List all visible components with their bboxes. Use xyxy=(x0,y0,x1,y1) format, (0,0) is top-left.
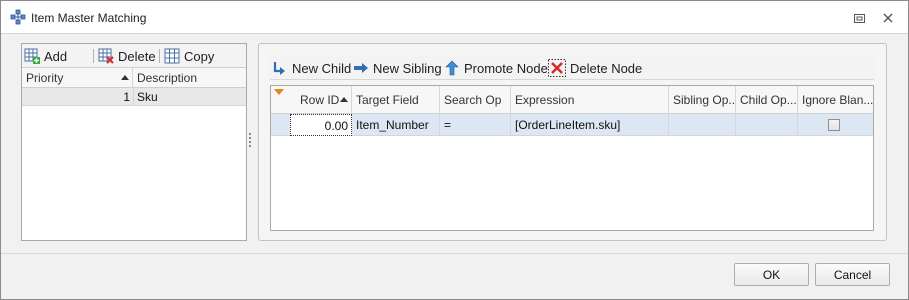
search-op-cell[interactable]: = xyxy=(440,114,511,136)
delete-node-icon xyxy=(548,59,566,77)
delete-table-icon xyxy=(98,48,114,64)
restore-button[interactable] xyxy=(851,10,867,26)
node-toolbar: New Child New Sibling Promote Node Delet… xyxy=(270,56,874,80)
add-table-icon xyxy=(24,48,40,64)
close-icon xyxy=(883,13,893,23)
dialog-window: Item Master Matching Add Delete Copy Pri… xyxy=(0,0,909,300)
rule-detail-panel: New Child New Sibling Promote Node Delet… xyxy=(258,43,887,241)
app-icon xyxy=(10,9,26,25)
rules-toolbar: Add Delete Copy xyxy=(22,44,246,68)
column-header-child-op[interactable]: Child Op... xyxy=(736,86,798,114)
filter-icon[interactable] xyxy=(274,89,284,95)
sort-ascending-icon xyxy=(340,97,348,102)
new-sibling-icon xyxy=(354,63,368,73)
priority-cell: 1 xyxy=(123,90,130,104)
column-header-ignore-blank[interactable]: Ignore Blan... xyxy=(798,86,873,114)
target-field-cell[interactable]: Item_Number xyxy=(352,114,440,136)
copy-button[interactable]: Copy xyxy=(164,47,214,65)
new-child-icon xyxy=(273,62,285,75)
table-row[interactable]: 1 Sku xyxy=(22,88,246,106)
panel-splitter[interactable] xyxy=(249,133,252,151)
column-header-row-id[interactable]: Row ID xyxy=(271,86,352,114)
window-title: Item Master Matching xyxy=(31,11,147,25)
sort-ascending-icon xyxy=(121,75,129,80)
delete-label: Delete xyxy=(118,48,156,64)
column-header-target-field[interactable]: Target Field xyxy=(352,86,440,114)
close-button[interactable] xyxy=(880,10,896,26)
column-header-priority[interactable]: Priority xyxy=(22,68,133,88)
child-op-cell[interactable] xyxy=(736,114,798,136)
ignore-blank-cell xyxy=(798,114,873,136)
footer-divider xyxy=(1,253,908,254)
cell-divider xyxy=(133,88,134,106)
delete-node-button[interactable]: Delete Node xyxy=(548,59,642,77)
ok-button[interactable]: OK xyxy=(734,263,809,286)
cancel-button[interactable]: Cancel xyxy=(815,263,890,286)
new-sibling-button[interactable]: New Sibling xyxy=(353,59,442,77)
toolbar-separator xyxy=(93,49,94,63)
column-header-description[interactable]: Description xyxy=(133,68,246,88)
copy-label: Copy xyxy=(184,48,215,64)
column-header-expression[interactable]: Expression xyxy=(511,86,669,114)
ignore-blank-checkbox[interactable] xyxy=(828,119,840,131)
promote-node-button[interactable]: Promote Node xyxy=(444,59,548,77)
copy-table-icon xyxy=(164,48,180,64)
rules-grid-header: Priority Description xyxy=(22,68,246,88)
row-id-cell[interactable]: 0.00 xyxy=(290,114,352,136)
description-cell: Sku xyxy=(137,90,158,104)
add-label: Add xyxy=(44,48,68,64)
delete-button[interactable]: Delete xyxy=(98,47,156,65)
table-row[interactable]: 0.00 Item_Number = [OrderLineItem.sku] xyxy=(271,114,873,136)
sibling-op-cell[interactable] xyxy=(669,114,736,136)
promote-arrow-icon xyxy=(445,60,459,76)
rules-panel: Add Delete Copy Priority Description 1 S… xyxy=(21,43,247,241)
node-grid-header: Row ID Target Field Search Op Expression… xyxy=(271,86,873,114)
column-header-sibling-op[interactable]: Sibling Op... xyxy=(669,86,736,114)
toolbar-separator xyxy=(159,49,160,63)
title-bar: Item Master Matching xyxy=(1,1,908,34)
restore-icon xyxy=(853,13,865,23)
node-tree-grid: Row ID Target Field Search Op Expression… xyxy=(270,85,874,231)
expression-cell[interactable]: [OrderLineItem.sku] xyxy=(511,114,669,136)
add-button[interactable]: Add xyxy=(24,47,67,65)
column-header-search-op[interactable]: Search Op xyxy=(440,86,511,114)
new-child-button[interactable]: New Child xyxy=(272,59,351,77)
